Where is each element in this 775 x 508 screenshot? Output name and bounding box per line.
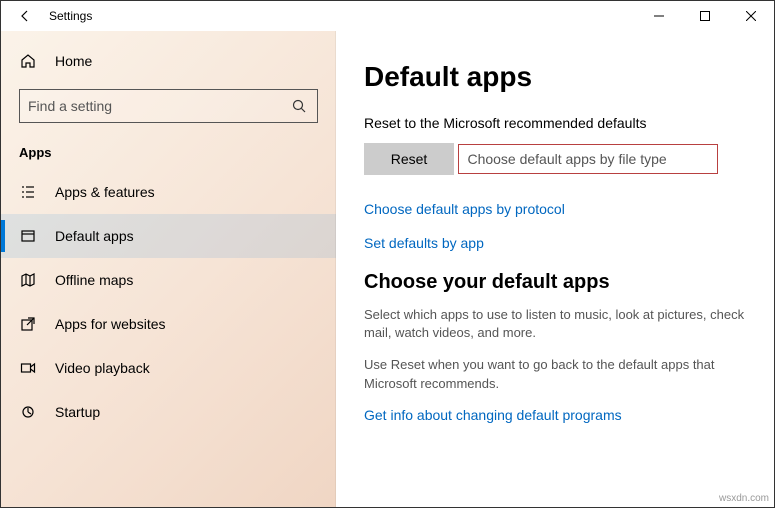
minimize-button[interactable] <box>636 1 682 31</box>
close-button[interactable] <box>728 1 774 31</box>
watermark: wsxdn.com <box>719 493 769 504</box>
search-input[interactable] <box>28 98 289 114</box>
nav-offline-maps[interactable]: Offline maps <box>1 258 336 302</box>
link-get-info[interactable]: Get info about changing default programs <box>364 407 746 423</box>
nav-label: Default apps <box>55 228 134 244</box>
defaults-icon <box>19 227 37 245</box>
link-choose-by-protocol[interactable]: Choose default apps by protocol <box>364 201 746 217</box>
list-icon <box>19 183 37 201</box>
nav-label: Apps & features <box>55 184 155 200</box>
open-icon <box>19 315 37 333</box>
nav-apps-websites[interactable]: Apps for websites <box>1 302 336 346</box>
home-icon <box>19 53 37 69</box>
nav-startup[interactable]: Startup <box>1 390 336 434</box>
page-heading: Default apps <box>364 61 746 93</box>
nav-default-apps[interactable]: Default apps <box>1 214 336 258</box>
maximize-button[interactable] <box>682 1 728 31</box>
home-nav[interactable]: Home <box>1 41 336 81</box>
description-1: Select which apps to use to listen to mu… <box>364 306 746 342</box>
nav-video-playback[interactable]: Video playback <box>1 346 336 390</box>
startup-icon <box>19 403 37 421</box>
description-2: Use Reset when you want to go back to th… <box>364 356 746 392</box>
search-box[interactable] <box>19 89 318 123</box>
home-label: Home <box>55 53 92 69</box>
subheading: Choose your default apps <box>364 271 746 294</box>
link-choose-by-filetype[interactable]: Choose default apps by file type <box>458 144 718 174</box>
map-icon <box>19 271 37 289</box>
reset-description: Reset to the Microsoft recommended defau… <box>364 115 746 131</box>
reset-button[interactable]: Reset <box>364 143 454 175</box>
nav-apps-features[interactable]: Apps & features <box>1 170 336 214</box>
nav-label: Apps for websites <box>55 316 166 332</box>
nav-label: Video playback <box>55 360 150 376</box>
video-icon <box>19 359 37 377</box>
sidebar: Home Apps Apps & features Default apps <box>1 31 336 507</box>
nav-label: Offline maps <box>55 272 133 288</box>
nav-label: Startup <box>55 404 100 420</box>
search-icon <box>289 98 309 114</box>
window-title: Settings <box>49 9 92 23</box>
section-title: Apps <box>1 137 336 170</box>
back-button[interactable] <box>9 8 41 24</box>
link-set-defaults-by-app[interactable]: Set defaults by app <box>364 235 746 251</box>
main-content: Default apps Reset to the Microsoft reco… <box>336 31 774 507</box>
